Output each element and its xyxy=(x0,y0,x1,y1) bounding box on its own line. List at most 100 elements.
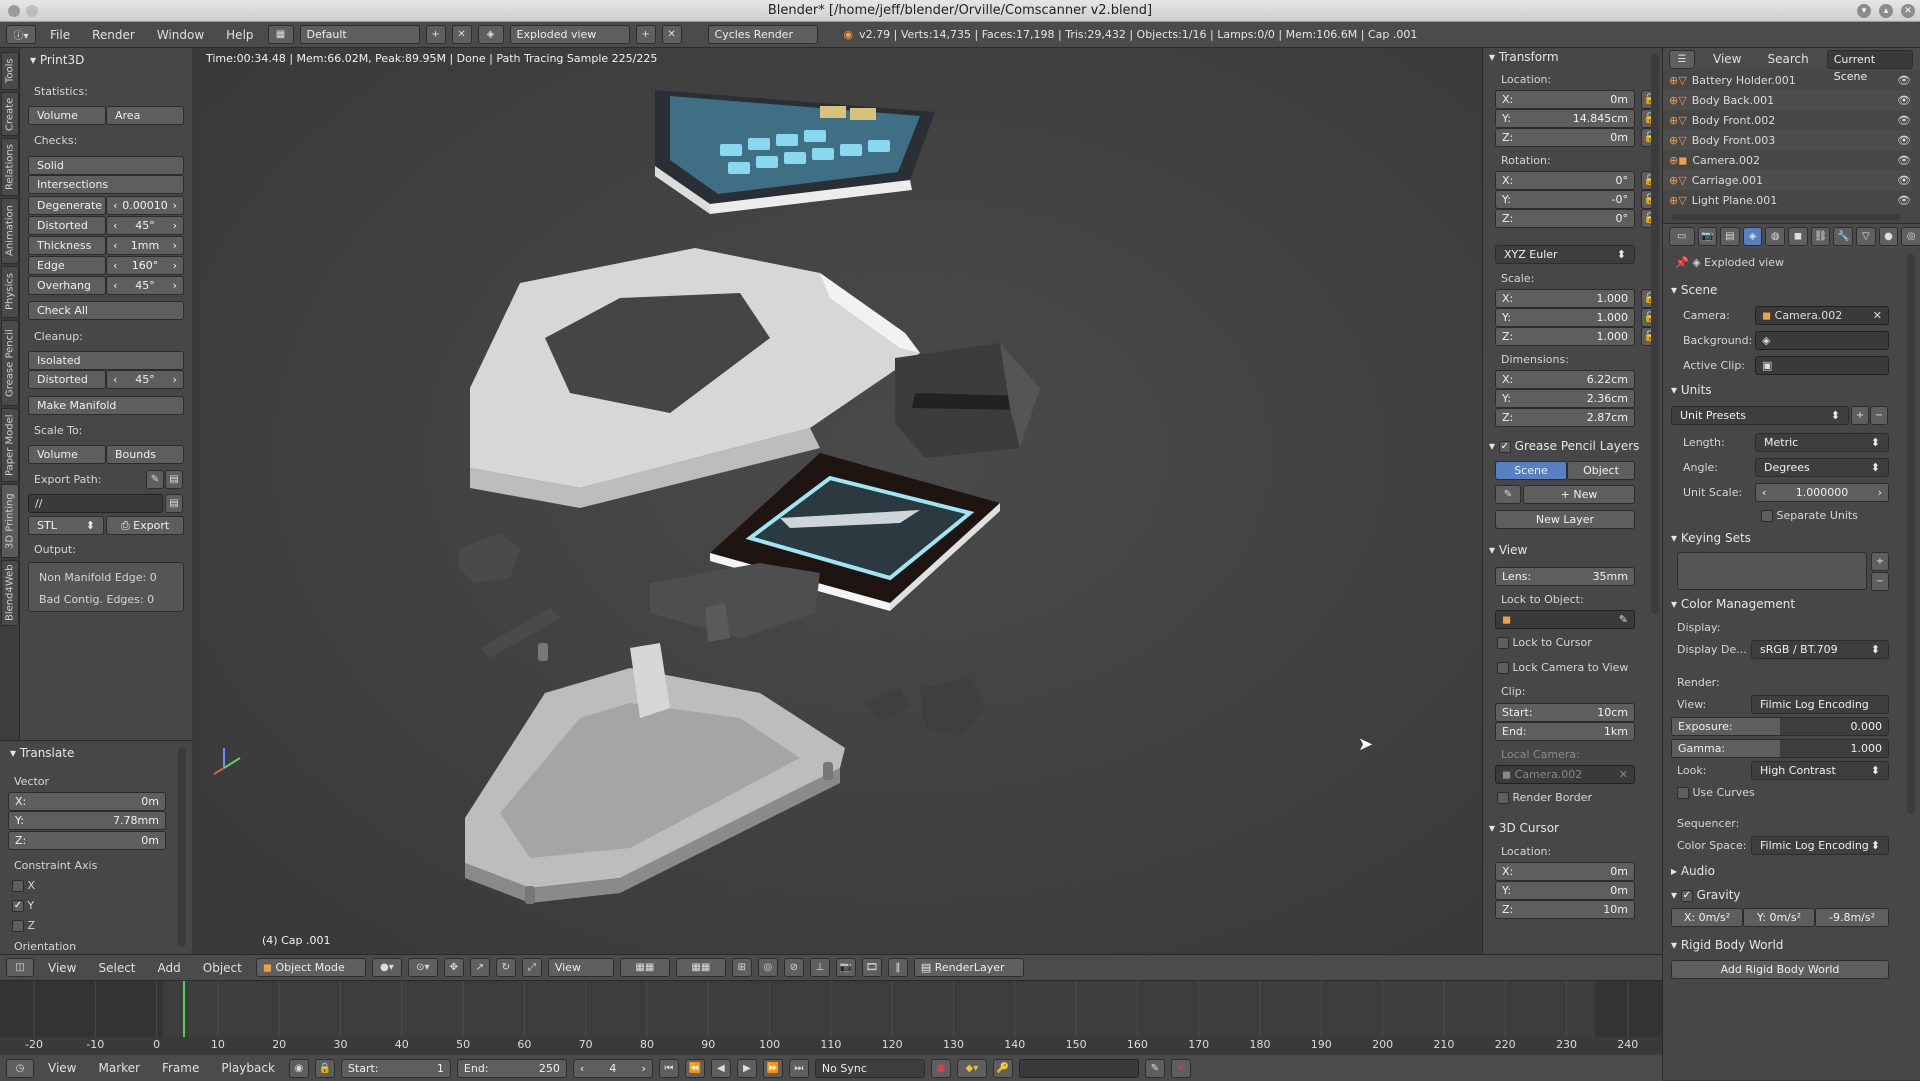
eyedropper-icon[interactable]: ✎ xyxy=(146,470,164,489)
new-layer-button[interactable]: New Layer xyxy=(1495,510,1635,529)
render-layers-tab-icon[interactable]: ▤ xyxy=(1720,226,1740,246)
outliner-editor-icon[interactable]: ☰ xyxy=(1669,49,1695,69)
mode-select[interactable]: ◼ Object Mode xyxy=(255,958,366,977)
rotation-x-field[interactable]: X: 0° xyxy=(1495,171,1635,190)
pin-icon[interactable]: 📌 xyxy=(1675,256,1689,269)
overhang-field[interactable]: ‹ 45° › xyxy=(106,276,184,295)
pencil-icon[interactable]: ✎ xyxy=(1495,485,1521,504)
snap-element-icon[interactable]: ⊥ xyxy=(809,958,830,977)
keying-sets-list[interactable] xyxy=(1677,552,1867,590)
rotation-z-field[interactable]: Z: 0° xyxy=(1495,209,1635,228)
background-field[interactable]: ◈ xyxy=(1755,331,1889,350)
isolated-button[interactable]: Isolated xyxy=(28,351,184,370)
lock-camera-checkbox[interactable]: Lock Camera to View xyxy=(1497,661,1628,674)
translate-manipulator-icon[interactable]: ↗ xyxy=(469,958,490,977)
gravity-x-field[interactable]: X: 0m/s² xyxy=(1671,908,1743,927)
remove-preset-icon[interactable]: − xyxy=(1870,406,1888,425)
render-icon[interactable]: 📷 xyxy=(835,958,856,977)
folder-icon[interactable]: ▤ xyxy=(165,470,183,489)
grease-pencil-header[interactable]: ▾ ✓ Grease Pencil Layers xyxy=(1489,437,1639,455)
visibility-icon[interactable]: 👁 xyxy=(1897,174,1911,187)
degenerate-button[interactable]: Degenerate xyxy=(28,196,106,215)
solid-button[interactable]: Solid xyxy=(28,156,184,175)
insert-keyframe-icon[interactable]: ✎ xyxy=(1144,1058,1165,1078)
pin-icon[interactable] xyxy=(26,5,38,17)
active-keying-set-field[interactable] xyxy=(1018,1058,1139,1078)
intersections-button[interactable]: Intersections xyxy=(28,175,184,194)
tab-grease-pencil[interactable]: Grease Pencil xyxy=(1,320,19,406)
rotation-mode-select[interactable]: XYZ Euler ⬍ xyxy=(1495,245,1635,264)
print3d-header[interactable]: ▾ Print3D xyxy=(30,51,84,69)
body-back-model[interactable] xyxy=(895,343,1040,458)
outliner-menu-view[interactable]: View xyxy=(1705,52,1749,66)
use-curves-checkbox[interactable]: Use Curves xyxy=(1677,786,1755,799)
visibility-icon[interactable]: 👁 xyxy=(1897,154,1911,167)
gravity-header[interactable]: ▾ ✓ Gravity xyxy=(1671,886,1741,904)
unit-scale-field[interactable]: ‹ 1.000000 › xyxy=(1755,483,1889,502)
edge-sharp-field[interactable]: ‹ 160° › xyxy=(106,256,184,275)
menu-help[interactable]: Help xyxy=(218,28,261,42)
grease-object-tab[interactable]: Object xyxy=(1567,461,1635,480)
menu-window[interactable]: Window xyxy=(149,28,212,42)
cursor-y-field[interactable]: Y: 0m xyxy=(1495,881,1635,900)
local-camera-field[interactable]: ◼ Camera.002 ✕ xyxy=(1495,765,1635,784)
jump-start-icon[interactable]: ⏮ xyxy=(658,1058,679,1078)
next-keyframe-icon[interactable]: ⏩ xyxy=(762,1058,783,1078)
proportional-edit-icon[interactable]: ◎ xyxy=(757,958,778,977)
length-select[interactable]: Metric ⬍ xyxy=(1755,433,1889,452)
distorted-field[interactable]: ‹ 45° › xyxy=(106,216,184,235)
info-editor-icon[interactable]: ⓘ▾ xyxy=(6,25,36,44)
maximize-icon[interactable]: ▴ xyxy=(1879,4,1893,18)
clip-start-field[interactable]: Start: 10cm xyxy=(1495,703,1635,722)
translate-y-field[interactable]: Y: 7.78mm xyxy=(8,811,166,830)
cursor-z-field[interactable]: Z: 10m xyxy=(1495,900,1635,919)
tab-animation[interactable]: Animation xyxy=(1,198,19,264)
make-manifold-button[interactable]: Make Manifold xyxy=(28,396,184,415)
manipulator-toggle-icon[interactable]: ✥ xyxy=(443,958,464,977)
play-reverse-icon[interactable]: ◀ xyxy=(710,1058,731,1078)
add-layout-icon[interactable]: + xyxy=(425,25,446,44)
play-icon[interactable]: ▶ xyxy=(736,1058,757,1078)
look-select[interactable]: High Contrast ⬍ xyxy=(1751,761,1889,780)
cursor-x-field[interactable]: X: 0m xyxy=(1495,862,1635,881)
outliner-item[interactable]: ⊕▽ Body Front.002 👁 xyxy=(1663,110,1911,130)
dimension-z-field[interactable]: Z: 2.87cm xyxy=(1495,408,1635,427)
visibility-icon[interactable]: 👁 xyxy=(1897,74,1911,87)
browse-folder-icon[interactable]: ▤ xyxy=(165,494,183,513)
grease-new-button[interactable]: + New xyxy=(1523,485,1635,504)
object-tab-icon[interactable]: ◼ xyxy=(1788,226,1808,246)
keyframe-type-icon[interactable]: ◆▾ xyxy=(956,1058,987,1078)
translate-z-field[interactable]: Z: 0m xyxy=(8,831,166,850)
export-path-input[interactable]: // xyxy=(28,494,163,513)
delete-keyframe-icon[interactable]: ✕ xyxy=(1170,1058,1191,1078)
modifiers-tab-icon[interactable]: 🔧 xyxy=(1833,226,1854,246)
screen-layout-icon[interactable]: ▦ xyxy=(267,25,294,44)
cleanup-distorted-field[interactable]: ‹ 45° › xyxy=(106,370,184,389)
scene-tab-icon[interactable]: ◈ xyxy=(1742,226,1763,246)
area-button[interactable]: Area xyxy=(106,106,184,125)
lock-to-cursor-checkbox[interactable]: Lock to Cursor xyxy=(1497,636,1592,649)
lens-field[interactable]: Lens: 35mm xyxy=(1495,567,1635,586)
gamma-slider[interactable]: Gamma: 1.000 xyxy=(1671,739,1889,758)
material-tab-icon[interactable]: ● xyxy=(1878,226,1899,246)
outliner-item[interactable]: ⊕▽ Body Back.001 👁 xyxy=(1663,90,1911,110)
lock-range-icon[interactable]: 🔒 xyxy=(314,1058,335,1078)
separate-units-checkbox[interactable]: Separate Units xyxy=(1761,509,1858,522)
scale-z-field[interactable]: Z: 1.000 xyxy=(1495,327,1635,346)
check-all-button[interactable]: Check All xyxy=(28,301,184,320)
layers-grid-icon[interactable]: ▦▦ xyxy=(619,958,670,977)
exposure-slider[interactable]: Exposure: 0.000 xyxy=(1671,717,1889,736)
lock-object-field[interactable]: ◼ ✎ xyxy=(1495,610,1635,629)
audio-header[interactable]: ▸ Audio xyxy=(1671,862,1715,880)
outliner-item[interactable]: ⊕◼ Camera.002 👁 xyxy=(1663,150,1911,170)
editor-type-icon[interactable]: ◫ xyxy=(6,958,34,977)
world-tab-icon[interactable]: ◍ xyxy=(1765,226,1786,246)
visibility-icon[interactable]: 👁 xyxy=(1897,134,1911,147)
dimension-y-field[interactable]: Y: 2.36cm xyxy=(1495,389,1635,408)
tab-create[interactable]: Create xyxy=(1,92,19,136)
volume-button[interactable]: Volume xyxy=(28,106,106,125)
timeline-menu-playback[interactable]: Playback xyxy=(213,1061,283,1075)
visibility-icon[interactable]: 👁 xyxy=(1897,114,1911,127)
jump-end-icon[interactable]: ⏭ xyxy=(788,1058,809,1078)
menu-select[interactable]: Select xyxy=(90,961,143,975)
